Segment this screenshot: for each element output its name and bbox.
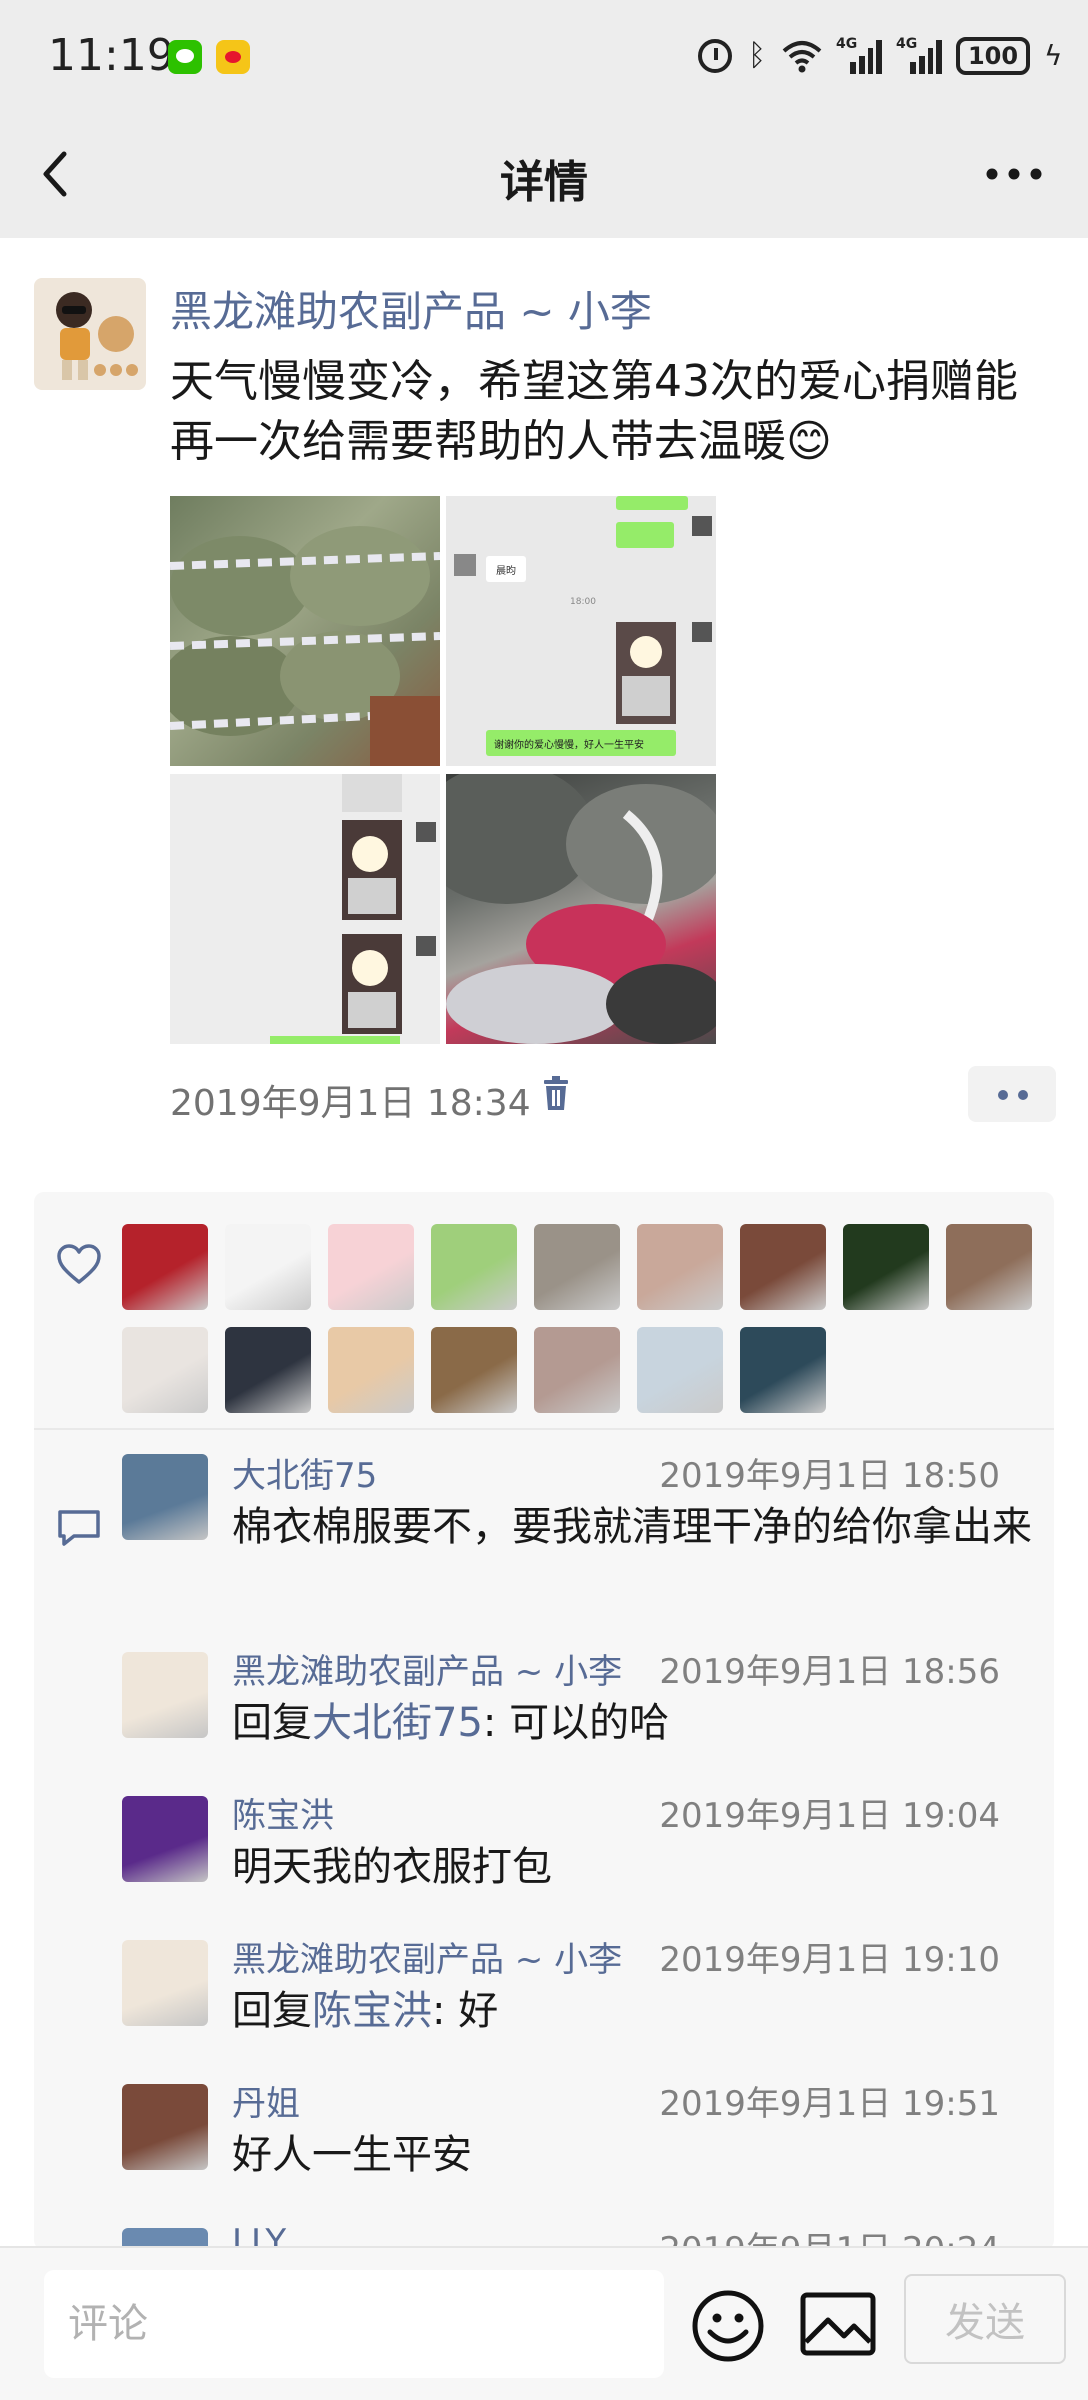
comment-author[interactable]: 黑龙滩助农副产品 ~ 小李: [232, 1932, 622, 1981]
signal-icon: 4G: [836, 36, 882, 74]
header-bar: 详情: [0, 110, 1088, 238]
image-icon: [800, 2292, 876, 2356]
more-button[interactable]: [984, 162, 1044, 186]
comment-time: 2019年9月1日 18:56: [659, 1652, 1000, 1692]
like-avatar[interactable]: [122, 1224, 208, 1310]
page-title: 详情: [500, 157, 588, 208]
comment-input[interactable]: [44, 2270, 664, 2378]
comment-text: 明天我的衣服打包: [232, 1844, 552, 1890]
post-photo[interactable]: [446, 774, 716, 1044]
post-photo[interactable]: [170, 496, 440, 766]
comment-time: 2019年9月1日 19:04: [659, 1796, 1000, 1836]
like-avatar[interactable]: [431, 1327, 517, 1413]
like-avatar[interactable]: [637, 1224, 723, 1310]
comment-avatar[interactable]: [122, 1940, 208, 2026]
like-avatar[interactable]: [740, 1327, 826, 1413]
like-avatar[interactable]: [740, 1224, 826, 1310]
image-button[interactable]: [800, 2292, 876, 2356]
comment-text: 回复大北街75: 可以的哈: [232, 1696, 1032, 1750]
like-avatar[interactable]: [328, 1327, 414, 1413]
top-area: 11:19 ᛒ 4G 4G 100 ϟ 详情: [0, 0, 1088, 238]
weibo-notification-icon: [216, 40, 250, 74]
reply-prefix: 回复: [232, 1700, 312, 1746]
signal-label: 4G: [836, 36, 858, 52]
bluetooth-icon: ᛒ: [748, 38, 766, 73]
wifi-icon: [782, 39, 822, 73]
comment-avatar[interactable]: [122, 1454, 208, 1540]
reply-prefix: 回复: [232, 1988, 312, 2034]
like-avatar[interactable]: [843, 1224, 929, 1310]
comment-author[interactable]: 丹姐: [232, 2076, 300, 2125]
status-time: 11:19: [48, 30, 175, 81]
like-avatar[interactable]: [534, 1327, 620, 1413]
post-timestamp: 2019年9月1日 18:34: [170, 1083, 531, 1124]
divider: [34, 1428, 1054, 1430]
chat-time-text: 18:00: [570, 597, 596, 607]
post-photo[interactable]: [170, 774, 440, 1044]
comment-author[interactable]: 黑龙滩助农副产品 ~ 小李: [232, 1644, 622, 1693]
post-text: 天气慢慢变冷，希望这第43次的爱心捐赠能再一次给需要帮助的人带去温暖😊: [170, 356, 1018, 467]
comment-time: 2019年9月1日 18:50: [659, 1456, 1000, 1496]
like-avatar[interactable]: [122, 1327, 208, 1413]
like-avatar[interactable]: [946, 1224, 1032, 1310]
comment-author[interactable]: 陈宝洪: [232, 1788, 334, 1837]
comment-bubble-icon: [56, 1508, 102, 1548]
signal-icon: 4G: [896, 36, 942, 74]
comment-avatar[interactable]: [122, 2084, 208, 2170]
signal-label: 4G: [896, 36, 918, 52]
comment-text: 回复陈宝洪: 好: [232, 1984, 1032, 2038]
delete-button[interactable]: [542, 1076, 570, 1112]
comment-time: 2019年9月1日 19:10: [659, 1940, 1000, 1980]
like-avatar[interactable]: [431, 1224, 517, 1310]
comment-avatar[interactable]: [122, 1652, 208, 1738]
reply-target-link[interactable]: 大北街75: [312, 1700, 483, 1746]
status-icons: ᛒ 4G 4G 100 ϟ: [698, 34, 1063, 78]
reply-text: : 可以的哈: [482, 1700, 670, 1746]
like-avatar[interactable]: [637, 1327, 723, 1413]
trash-icon: [544, 1076, 568, 1110]
charging-icon: ϟ: [1044, 39, 1063, 72]
like-avatar[interactable]: [534, 1224, 620, 1310]
alarm-icon: [698, 39, 732, 73]
post-photo[interactable]: 晨昀 18:00 谢谢你的爱心慢慢，好人一生平安: [446, 496, 716, 766]
comment-input-bar: 发送: [0, 2246, 1088, 2400]
like-comment-action-button[interactable]: [968, 1066, 1056, 1122]
comment-text: 棉衣棉服要不，要我就清理干净的给你拿出来: [232, 1504, 1032, 1550]
interaction-panel: 大北街75 2019年9月1日 18:50 棉衣棉服要不，要我就清理干净的给你拿…: [34, 1192, 1054, 2250]
status-bar: 11:19 ᛒ 4G 4G 100 ϟ: [0, 0, 1088, 110]
send-button[interactable]: 发送: [904, 2274, 1066, 2364]
like-avatar[interactable]: [225, 1327, 311, 1413]
like-avatar[interactable]: [328, 1224, 414, 1310]
wechat-notification-icon: [168, 40, 202, 74]
battery-icon: 100: [956, 37, 1030, 75]
more-dots-icon: [986, 168, 1042, 180]
emoji-button[interactable]: [690, 2288, 766, 2364]
chat-message-text: 谢谢你的爱心慢慢，好人一生平安: [494, 738, 644, 751]
like-avatar[interactable]: [225, 1224, 311, 1310]
comment-text: 好人一生平安: [232, 2132, 472, 2178]
comment-time: 2019年9月1日 19:51: [659, 2084, 1000, 2124]
emoji-icon: [692, 2290, 764, 2362]
reply-target-link[interactable]: 陈宝洪: [312, 1988, 432, 2034]
reply-text: : 好: [432, 1988, 499, 2034]
heart-icon: [56, 1244, 102, 1286]
chat-message-text: 晨昀: [496, 564, 516, 577]
comment-author[interactable]: 大北街75: [232, 1448, 377, 1497]
post-author-name[interactable]: 黑龙滩助农副产品 ~ 小李: [170, 278, 652, 339]
author-avatar[interactable]: [34, 278, 146, 390]
comment-avatar[interactable]: [122, 1796, 208, 1882]
